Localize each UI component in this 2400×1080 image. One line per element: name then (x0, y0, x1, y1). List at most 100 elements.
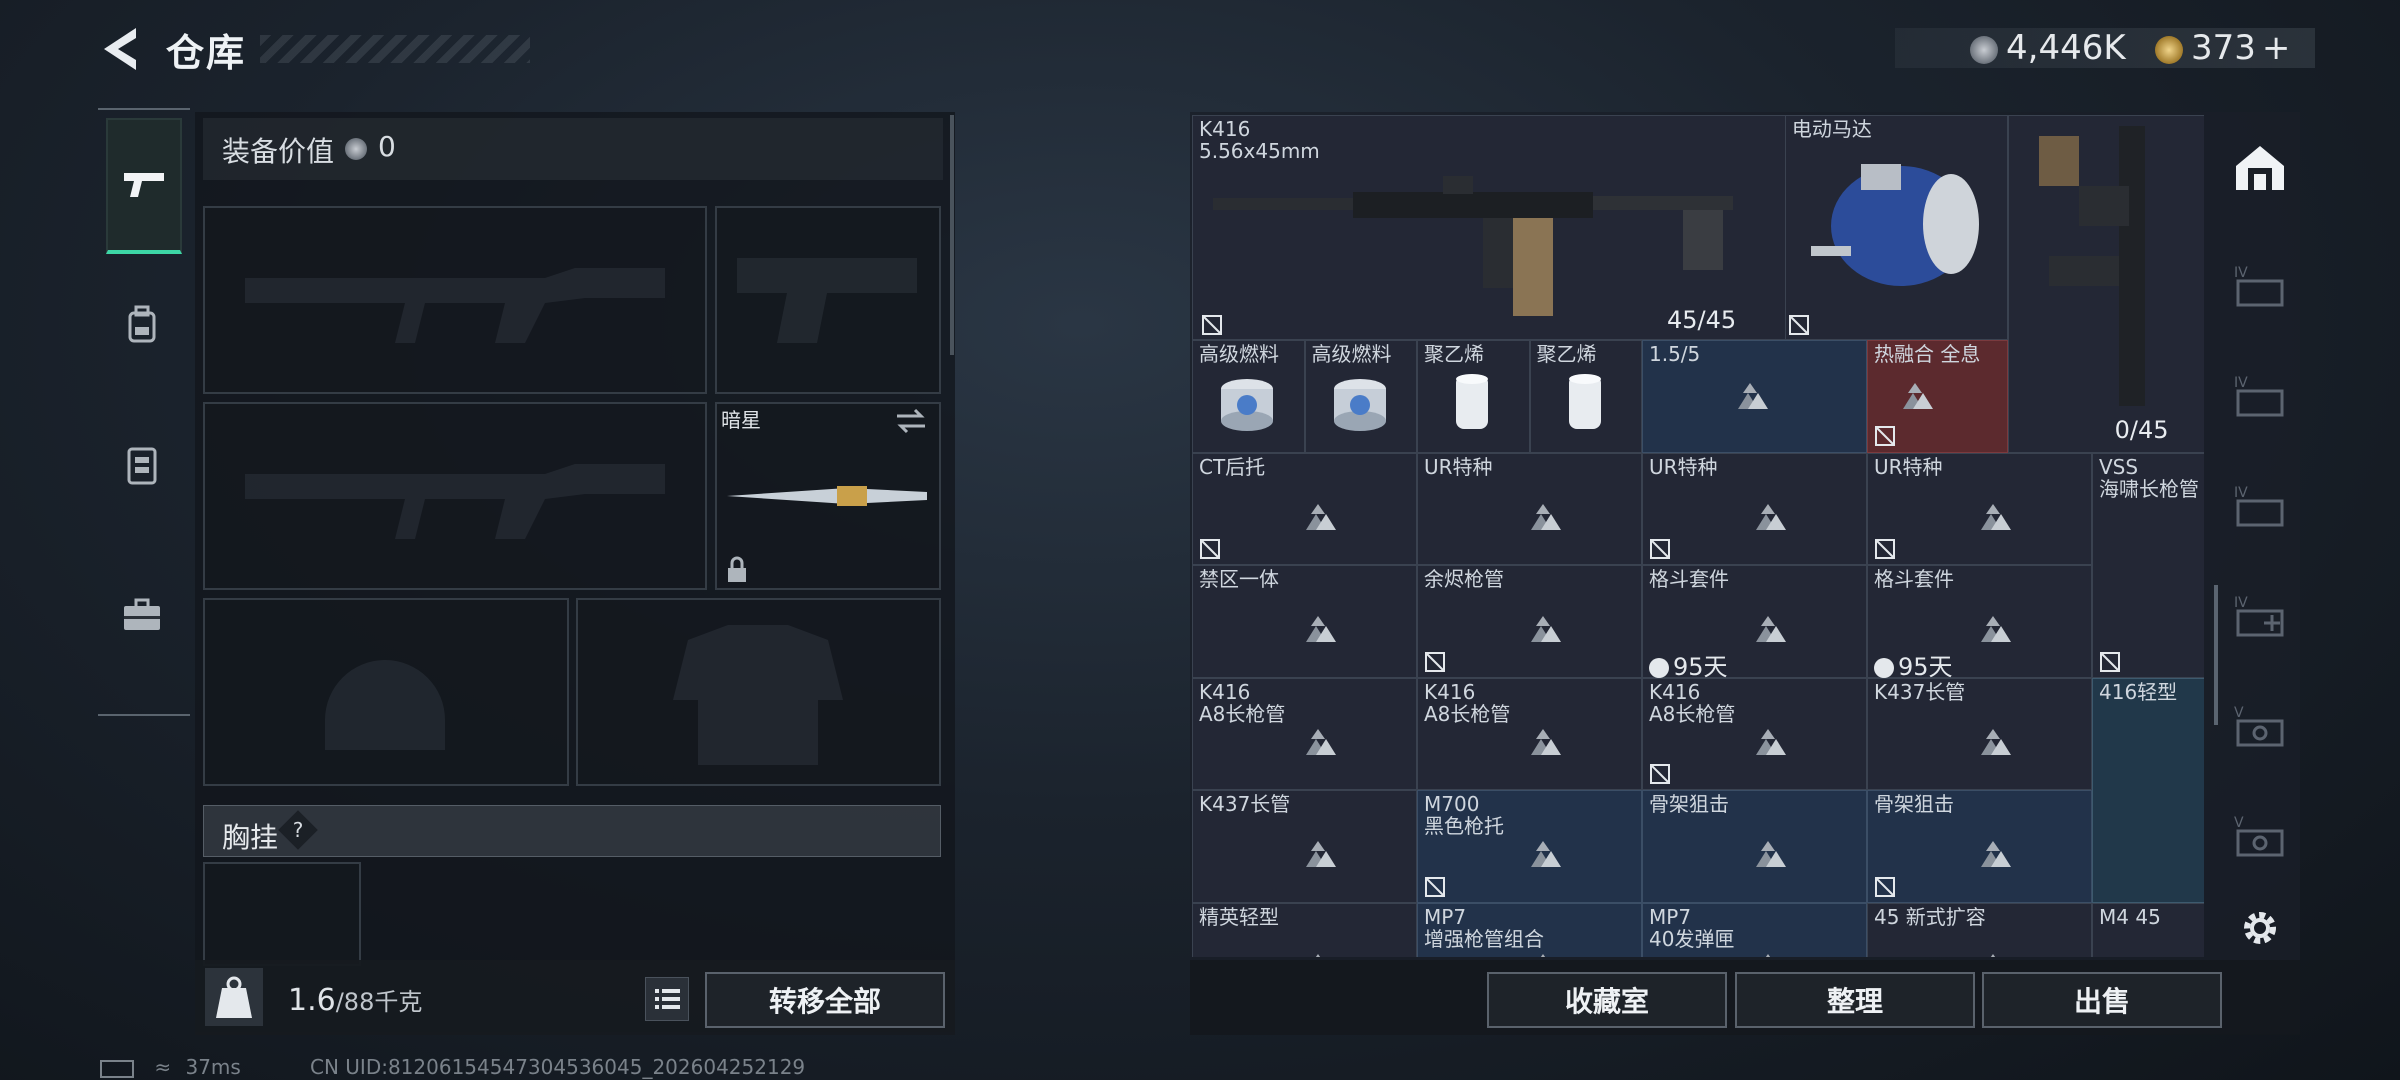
grid-cell[interactable]: 聚乙烯 (1417, 340, 1530, 453)
grid-cell[interactable]: K416 A8长枪管 (1192, 677, 1417, 790)
grid-cell[interactable]: 1.5/5 (1642, 340, 1867, 453)
no-insure-icon (1202, 315, 1222, 335)
item-placeholder-icon (1765, 953, 1770, 957)
sort-button[interactable]: 整理 (1735, 972, 1975, 1028)
storage-scrollbar[interactable] (2214, 585, 2218, 725)
grid-cell[interactable]: 高级燃料 (1304, 340, 1417, 453)
storage-tab-v-2[interactable]: V (2222, 786, 2298, 886)
grid-cell[interactable]: 精英轻型 (1192, 902, 1417, 957)
smg-icon (2038, 126, 2145, 406)
item-placeholder-icon (1755, 841, 1786, 868)
collection-button[interactable]: 收藏室 (1487, 972, 1727, 1028)
grid-cell[interactable]: 45 新式扩容 (1867, 902, 2092, 957)
silver-coin-icon (345, 138, 367, 160)
nav-toolbox[interactable] (106, 550, 178, 680)
item-name: UR特种 (1424, 454, 1493, 479)
grid-cell[interactable]: 热融合 全息 (1867, 340, 2008, 453)
weight-readout: 1.6/88千克 (288, 982, 422, 1018)
grid-cell[interactable]: M4 45 (2092, 902, 2204, 957)
item-placeholder-icon (1305, 616, 1336, 643)
item-name: MP7 增强枪管组合 (1424, 904, 1544, 951)
body-armor-slot[interactable] (576, 598, 941, 786)
help-icon[interactable]: ? (278, 810, 318, 850)
secondary-weapon-slot[interactable] (203, 402, 707, 590)
clock-icon (1649, 657, 1669, 678)
grid-cell[interactable]: MP7 增强枪管组合 (1417, 902, 1642, 957)
list-view-button[interactable] (645, 977, 689, 1021)
grid-cell[interactable]: 高级燃料 (1192, 340, 1305, 453)
item-placeholder-icon (1903, 383, 1933, 409)
silver-coin-icon (1970, 35, 1998, 64)
storage-tab-iv-4[interactable]: IV (2222, 566, 2298, 666)
helmet-silhouette-icon (325, 660, 445, 750)
grid-cell[interactable]: 骨架狙击 (1867, 790, 2092, 903)
transfer-all-button[interactable]: 转移全部 (705, 972, 945, 1028)
item-placeholder-icon (1530, 503, 1561, 530)
chest-rig-slot[interactable] (203, 862, 361, 966)
helmet-slot[interactable] (203, 598, 569, 786)
left-nav (98, 108, 190, 716)
currency-gold-value: 373 (2191, 28, 2256, 68)
grid-cell[interactable]: MP7 40发弹匣 (1642, 902, 1867, 957)
item-placeholder-icon (2196, 783, 2205, 813)
grid-cell[interactable]: 禁区一体 (1192, 565, 1417, 678)
nav-gear[interactable] (106, 260, 178, 390)
grid-cell[interactable]: K416 A8长枪管 (1417, 677, 1642, 790)
grid-cell[interactable]: M700 黑色枪托 (1417, 790, 1642, 903)
storage-tab-v-1[interactable]: V (2222, 676, 2298, 776)
equipment-scrollbar[interactable] (950, 115, 954, 355)
settings-button[interactable] (2222, 878, 2298, 978)
grid-cell[interactable]: 格斗套件 95天 (1867, 565, 2092, 681)
grid-cell[interactable]: 格斗套件 95天 (1642, 565, 1867, 681)
grid-cell[interactable]: K437长管 (1192, 790, 1417, 903)
electric-motor-item[interactable]: 电动马达 (1784, 115, 2008, 340)
item-placeholder-icon (1980, 503, 2011, 530)
item-name: 格斗套件 (1649, 567, 1729, 591)
sell-button[interactable]: 出售 (1982, 972, 2222, 1028)
item-placeholder-icon (1540, 953, 1545, 957)
currency-gold[interactable]: 373 + (2155, 28, 2290, 68)
no-insure-icon (1425, 651, 1445, 672)
side-weapon-item[interactable]: 0/45 (2007, 115, 2204, 453)
pistol-icon (124, 173, 164, 197)
grid-cell[interactable]: UR特种 (1642, 452, 1867, 565)
grid-cell[interactable]: VSS 海啸长枪管 (2092, 452, 2204, 678)
equipment-value-label: 装备价值 (222, 135, 335, 168)
grid-cell[interactable]: UR特种 (1867, 452, 2092, 565)
item-name: 聚乙烯 (1536, 342, 1597, 366)
nav-weapons[interactable] (106, 118, 182, 254)
grid-cell[interactable]: 骨架狙击 (1642, 790, 1867, 903)
primary-weapon-slot[interactable] (203, 206, 707, 394)
clock-icon (1874, 657, 1894, 678)
no-insure-icon (1875, 426, 1895, 446)
grid-cell[interactable]: 余烬枪管 (1417, 565, 1642, 678)
grid-cell[interactable]: UR特种 (1417, 452, 1642, 565)
grid-cell[interactable]: CT后托 (1192, 452, 1417, 565)
nav-armor[interactable] (106, 400, 178, 530)
item-name: MP7 40发弹匣 (1649, 904, 1735, 951)
storage-tabs: IV IV IV IV V V (2222, 118, 2298, 958)
storage-box-icon: IV (2234, 375, 2284, 417)
grid-cell[interactable]: 416轻型 (2092, 677, 2205, 903)
item-name: 骨架狙击 (1874, 792, 1954, 816)
add-currency-icon[interactable]: + (2262, 28, 2291, 68)
item-placeholder-icon (1530, 616, 1561, 643)
currency-silver-value: 4,446K (2006, 28, 2126, 68)
grid-cell[interactable]: K416 A8长枪管 (1642, 677, 1867, 790)
storage-tab-iv-3[interactable]: IV (2222, 456, 2298, 556)
k416-item[interactable]: K416 5.56x45mm 45/45 (1192, 115, 1789, 340)
storage-tab-iv-2[interactable]: IV (2222, 346, 2298, 446)
grid-cell[interactable]: K437长管 (1867, 677, 2092, 790)
grid-cell[interactable]: 聚乙烯 (1529, 340, 1642, 453)
timer-badge: 95天 (1874, 647, 1953, 682)
fuel-can-icon (1221, 379, 1273, 431)
storage-tab-home[interactable] (2222, 118, 2298, 218)
item-name: K416 A8长枪管 (1649, 679, 1736, 726)
swap-icon[interactable] (895, 408, 927, 434)
item-name: K416 A8长枪管 (1424, 679, 1511, 726)
page-title: 仓库 (166, 31, 247, 75)
currency-silver[interactable]: 4,446K (1970, 28, 2126, 68)
pistol-slot[interactable] (715, 206, 941, 394)
back-arrow-icon[interactable] (100, 24, 144, 74)
storage-tab-iv-1[interactable]: IV (2222, 236, 2298, 336)
